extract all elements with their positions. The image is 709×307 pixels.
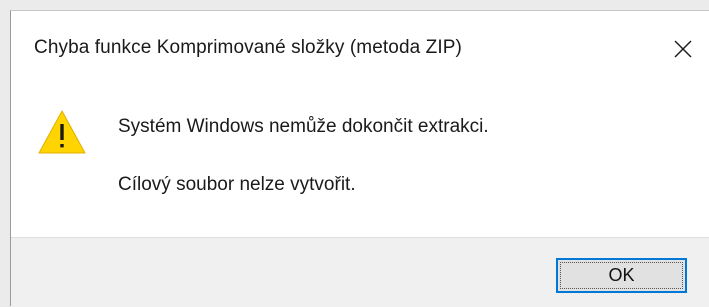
warning-icon bbox=[38, 110, 86, 154]
dialog-footer: OK bbox=[11, 237, 709, 307]
error-message-primary: Systém Windows nemůže dokončit extrakci. bbox=[118, 116, 489, 137]
error-dialog: Chyba funkce Komprimované složky (metoda… bbox=[10, 10, 709, 307]
ok-button-label: OK bbox=[608, 265, 635, 285]
dialog-title: Chyba funkce Komprimované složky (metoda… bbox=[34, 37, 462, 58]
close-icon bbox=[674, 40, 692, 58]
dialog-content: Systém Windows nemůže dokončit extrakci.… bbox=[11, 81, 709, 237]
ok-button[interactable]: OK bbox=[556, 258, 687, 293]
error-message-secondary: Cílový soubor nelze vytvořit. bbox=[118, 174, 356, 195]
dialog-titlebar: Chyba funkce Komprimované složky (metoda… bbox=[11, 11, 709, 81]
close-button[interactable] bbox=[665, 31, 701, 67]
